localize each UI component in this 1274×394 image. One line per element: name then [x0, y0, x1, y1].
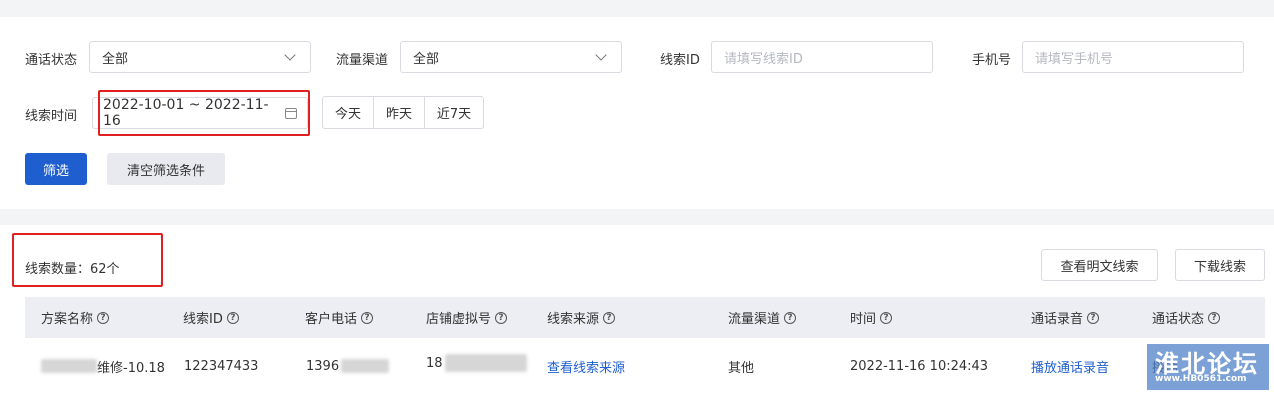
help-icon[interactable]: ?	[880, 311, 893, 324]
watermark-url: www.HB0561.com	[1155, 374, 1247, 384]
col-plan-name-label: 方案名称	[41, 312, 94, 327]
col-traffic-channel: 流量渠道?	[728, 297, 797, 338]
traffic-channel-value: 全部	[413, 51, 440, 67]
cell-lead-id: 122347433	[184, 358, 259, 374]
help-icon[interactable]: ?	[226, 311, 239, 324]
phone-placeholder: 请填写手机号	[1035, 51, 1114, 67]
col-recording: 通话录音?	[1031, 297, 1100, 338]
view-plain-leads-button[interactable]: 查看明文线索	[1041, 249, 1158, 281]
cell-channel: 其他	[728, 360, 755, 376]
quick-range-group: 今天 昨天 近7天	[322, 96, 484, 129]
col-customer-phone: 客户电话?	[305, 297, 374, 338]
traffic-channel-select[interactable]: 全部	[400, 41, 622, 73]
lead-time-label: 线索时间	[25, 109, 78, 124]
help-icon[interactable]: ?	[603, 311, 616, 324]
quick-range-7days[interactable]: 近7天	[425, 97, 483, 128]
download-leads-button[interactable]: 下载线索	[1175, 249, 1265, 281]
cell-customer-phone-text: 1396	[306, 358, 340, 374]
cell-store-virtual-number: 18	[426, 346, 527, 380]
col-store-virtual-number-label: 店铺虚拟号	[426, 312, 492, 327]
call-status-value: 全部	[102, 51, 129, 67]
cell-store-virtual-number-text: 18	[426, 355, 443, 371]
col-lead-source: 线索来源?	[547, 297, 616, 338]
col-lead-id-label: 线索ID	[183, 312, 223, 327]
view-lead-source-link[interactable]: 查看线索来源	[547, 355, 625, 377]
col-call-status: 通话状态?	[1152, 297, 1221, 338]
col-lead-id: 线索ID?	[183, 297, 239, 338]
col-customer-phone-label: 客户电话	[305, 312, 358, 327]
help-icon[interactable]: ?	[784, 311, 797, 324]
col-traffic-channel-label: 流量渠道	[728, 312, 781, 327]
lead-id-input[interactable]: 请填写线索ID	[711, 41, 933, 73]
call-status-select[interactable]: 全部	[89, 41, 311, 73]
chevron-down-icon	[284, 49, 296, 61]
lead-time-value: 2022-10-01 ~ 2022-11-16	[103, 97, 269, 129]
help-icon[interactable]: ?	[97, 311, 110, 324]
col-store-virtual-number: 店铺虚拟号?	[426, 297, 508, 338]
redacted-mask	[341, 359, 390, 373]
col-plan-name: 方案名称?	[41, 297, 110, 338]
col-lead-source-label: 线索来源	[547, 312, 600, 327]
col-time: 时间?	[850, 297, 893, 338]
traffic-channel-label: 流量渠道	[336, 53, 389, 68]
call-status-label: 通话状态	[25, 53, 78, 68]
lead-id-label: 线索ID	[660, 53, 700, 68]
phone-input[interactable]: 请填写手机号	[1022, 41, 1244, 73]
quick-range-yesterday[interactable]: 昨天	[374, 97, 425, 128]
redacted-mask	[444, 354, 527, 372]
cell-plan-name: 维修-10.18	[41, 355, 165, 377]
clear-filter-button[interactable]: 清空筛选条件	[107, 153, 225, 185]
help-icon[interactable]: ?	[361, 311, 374, 324]
lead-id-placeholder: 请填写线索ID	[724, 51, 803, 67]
col-time-label: 时间	[850, 312, 877, 327]
filter-button[interactable]: 筛选	[25, 153, 87, 185]
help-icon[interactable]: ?	[1087, 311, 1100, 324]
col-call-status-label: 通话状态	[1152, 312, 1205, 327]
cell-time: 2022-11-16 10:24:43	[850, 358, 989, 374]
play-recording-link[interactable]: 播放通话录音	[1031, 355, 1109, 377]
redacted-mask	[41, 359, 97, 373]
col-recording-label: 通话录音	[1031, 312, 1084, 327]
chevron-down-icon	[595, 49, 607, 61]
lead-count: 线索数量：62个	[25, 262, 120, 277]
watermark-logo: 淮北论坛 www.HB0561.com	[1147, 344, 1269, 390]
lead-time-range-picker[interactable]: 2022-10-01 ~ 2022-11-16	[92, 97, 308, 129]
phone-label: 手机号	[972, 53, 1012, 68]
cell-customer-phone: 1396	[306, 355, 390, 377]
cell-plan-name-text: 维修-10.18	[97, 360, 165, 376]
help-icon[interactable]: ?	[1208, 311, 1221, 324]
help-icon[interactable]: ?	[495, 311, 508, 324]
calendar-icon	[285, 107, 297, 119]
table-header: 方案名称? 线索ID? 客户电话? 店铺虚拟号? 线索来源? 流量渠道? 时间?…	[25, 297, 1265, 338]
quick-range-today[interactable]: 今天	[323, 97, 374, 128]
